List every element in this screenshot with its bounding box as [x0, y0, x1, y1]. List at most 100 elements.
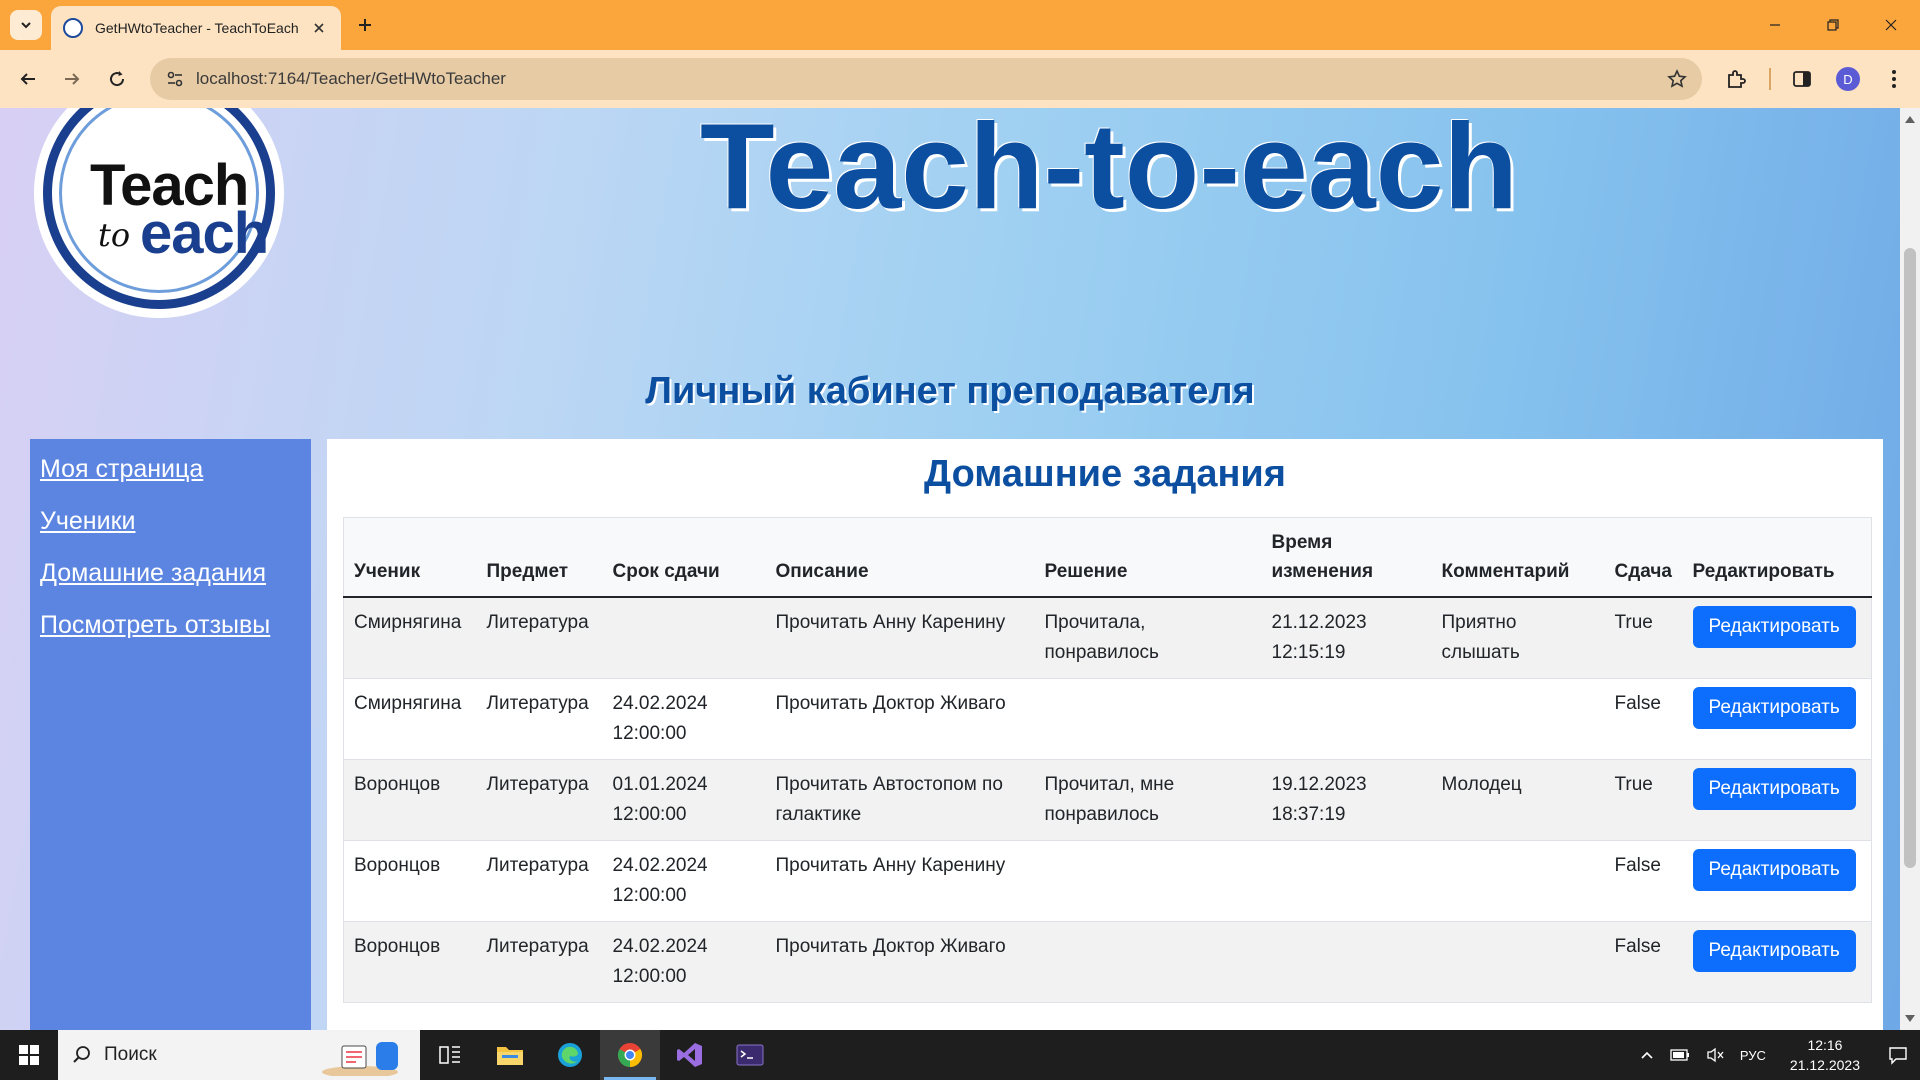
sidebar-item-students[interactable]: Ученики: [40, 507, 301, 536]
edit-button[interactable]: Редактировать: [1692, 849, 1856, 891]
site-info-icon[interactable]: [160, 64, 190, 94]
notifications-button[interactable]: [1876, 1030, 1920, 1080]
logo-ring: Teach to each: [43, 108, 275, 309]
cell-student: Воронцов: [343, 840, 477, 922]
more-vert-icon: [1892, 70, 1896, 88]
cell-description: Прочитать Доктор Живаго: [765, 921, 1035, 1003]
cell-submitted: True: [1604, 759, 1683, 841]
side-panel-button[interactable]: [1786, 63, 1818, 95]
taskbar-terminal[interactable]: [720, 1030, 780, 1080]
cell-changed: [1261, 840, 1432, 922]
volume-muted-icon[interactable]: [1706, 1047, 1724, 1063]
windows-taskbar: Поиск РУС 12:16 21.12.2023: [0, 1030, 1920, 1080]
column-header-changed: Время изменения: [1261, 517, 1432, 598]
section-title: Домашние задания: [924, 453, 1286, 495]
browser-menu-button[interactable]: [1878, 63, 1910, 95]
address-bar[interactable]: localhost:7164/Teacher/GetHWtoTeacher: [150, 58, 1702, 100]
column-header-subject: Предмет: [476, 517, 603, 598]
puzzle-icon: [1728, 70, 1746, 88]
language-indicator[interactable]: РУС: [1740, 1048, 1766, 1063]
cell-comment: Приятно слышать: [1431, 597, 1605, 679]
column-header-description: Описание: [765, 517, 1035, 598]
back-button[interactable]: [12, 63, 44, 95]
cell-description: Прочитать Анну Каренину: [765, 597, 1035, 679]
profile-button[interactable]: D: [1832, 63, 1864, 95]
taskbar-clock[interactable]: 12:16 21.12.2023: [1790, 1035, 1860, 1075]
close-icon[interactable]: [309, 18, 329, 38]
cell-student: Воронцов: [343, 921, 477, 1003]
cell-deadline: 01.01.2024 12:00:00: [602, 759, 766, 841]
edit-button[interactable]: Редактировать: [1692, 768, 1856, 810]
cell-subject: Литература: [476, 597, 603, 679]
tab-search-button[interactable]: [10, 10, 42, 40]
taskbar-edge[interactable]: [540, 1030, 600, 1080]
bookmark-star-icon[interactable]: [1662, 64, 1692, 94]
column-header-solution: Решение: [1034, 517, 1262, 598]
cell-comment: [1431, 678, 1605, 760]
arrow-right-icon: [65, 73, 80, 85]
sidebar-item-homework[interactable]: Домашние задания: [40, 559, 301, 588]
cell-student: Смирнягина: [343, 597, 477, 679]
edit-button[interactable]: Редактировать: [1692, 687, 1856, 729]
sidebar-item-my-page[interactable]: Моя страница: [40, 455, 301, 484]
start-button[interactable]: [0, 1030, 58, 1080]
forward-button[interactable]: [56, 63, 88, 95]
sidebar-item-reviews[interactable]: Посмотреть отзывы: [40, 611, 301, 640]
cell-solution: Прочитал, мне понравилось: [1034, 759, 1262, 841]
tab-title: GetHWtoTeacher - TeachToEach: [95, 20, 299, 36]
scroll-thumb[interactable]: [1904, 248, 1916, 868]
scroll-down-icon[interactable]: [1905, 1015, 1915, 1022]
cell-description: Прочитать Анну Каренину: [765, 840, 1035, 922]
sidebar: Моя страница Ученики Домашние задания По…: [30, 439, 311, 1030]
close-window-button[interactable]: [1862, 0, 1920, 50]
clock-date: 21.12.2023: [1789, 1057, 1860, 1073]
cell-changed: 19.12.2023 18:37:19: [1261, 759, 1432, 841]
cell-student: Воронцов: [343, 759, 477, 841]
cell-subject: Литература: [476, 921, 603, 1003]
restore-button[interactable]: [1804, 0, 1862, 50]
cell-deadline: 24.02.2024 12:00:00: [602, 921, 766, 1003]
task-view-icon: [439, 1046, 460, 1064]
cell-comment: [1431, 921, 1605, 1003]
site-title: Teach-to-each: [700, 108, 1519, 234]
taskbar-file-explorer[interactable]: [480, 1030, 540, 1080]
cell-edit: Редактировать: [1682, 921, 1872, 1003]
reload-icon: [110, 71, 125, 87]
minimize-icon: [1770, 24, 1780, 26]
taskbar-visual-studio[interactable]: [660, 1030, 720, 1080]
table-row: Смирнягина Литература Прочитать Анну Кар…: [343, 597, 1872, 679]
cell-solution: [1034, 840, 1262, 922]
battery-icon[interactable]: [1670, 1049, 1690, 1061]
visual-studio-icon: [677, 1043, 702, 1067]
task-view-button[interactable]: [420, 1030, 480, 1080]
logo-text-to: to: [98, 216, 131, 254]
scroll-up-icon[interactable]: [1905, 116, 1915, 123]
site-logo[interactable]: Teach to each: [34, 108, 284, 318]
cell-changed: [1261, 921, 1432, 1003]
favicon-icon: [63, 18, 83, 38]
taskbar-chrome[interactable]: [600, 1030, 660, 1080]
side-panel-icon: [1793, 71, 1811, 87]
cell-submitted: False: [1604, 678, 1683, 760]
browser-tab-active[interactable]: GetHWtoTeacher - TeachToEach: [51, 6, 341, 50]
cell-student: Смирнягина: [343, 678, 477, 760]
cell-changed: [1261, 678, 1432, 760]
column-header-edit: Редактировать: [1682, 517, 1872, 598]
edit-button[interactable]: Редактировать: [1692, 606, 1856, 648]
extensions-button[interactable]: [1720, 63, 1752, 95]
reload-button[interactable]: [101, 63, 133, 95]
notification-icon: [1889, 1047, 1907, 1065]
minimize-button[interactable]: [1746, 0, 1804, 50]
edit-button[interactable]: Редактировать: [1692, 930, 1856, 972]
search-placeholder: Поиск: [104, 1044, 157, 1065]
table-row: Воронцов Литература 01.01.2024 12:00:00 …: [343, 759, 1872, 841]
cell-deadline: 24.02.2024 12:00:00: [602, 678, 766, 760]
page-viewport: Teach to each Teach-to-each Личный кабин…: [0, 108, 1900, 1030]
new-tab-button[interactable]: [352, 12, 378, 38]
clock-time: 12:16: [1807, 1037, 1843, 1053]
table-row: Воронцов Литература 24.02.2024 12:00:00 …: [343, 921, 1872, 1003]
cell-subject: Литература: [476, 840, 603, 922]
page-scrollbar[interactable]: [1900, 108, 1920, 1030]
chevron-up-icon[interactable]: [1640, 1050, 1654, 1060]
taskbar-search[interactable]: Поиск: [58, 1030, 420, 1080]
